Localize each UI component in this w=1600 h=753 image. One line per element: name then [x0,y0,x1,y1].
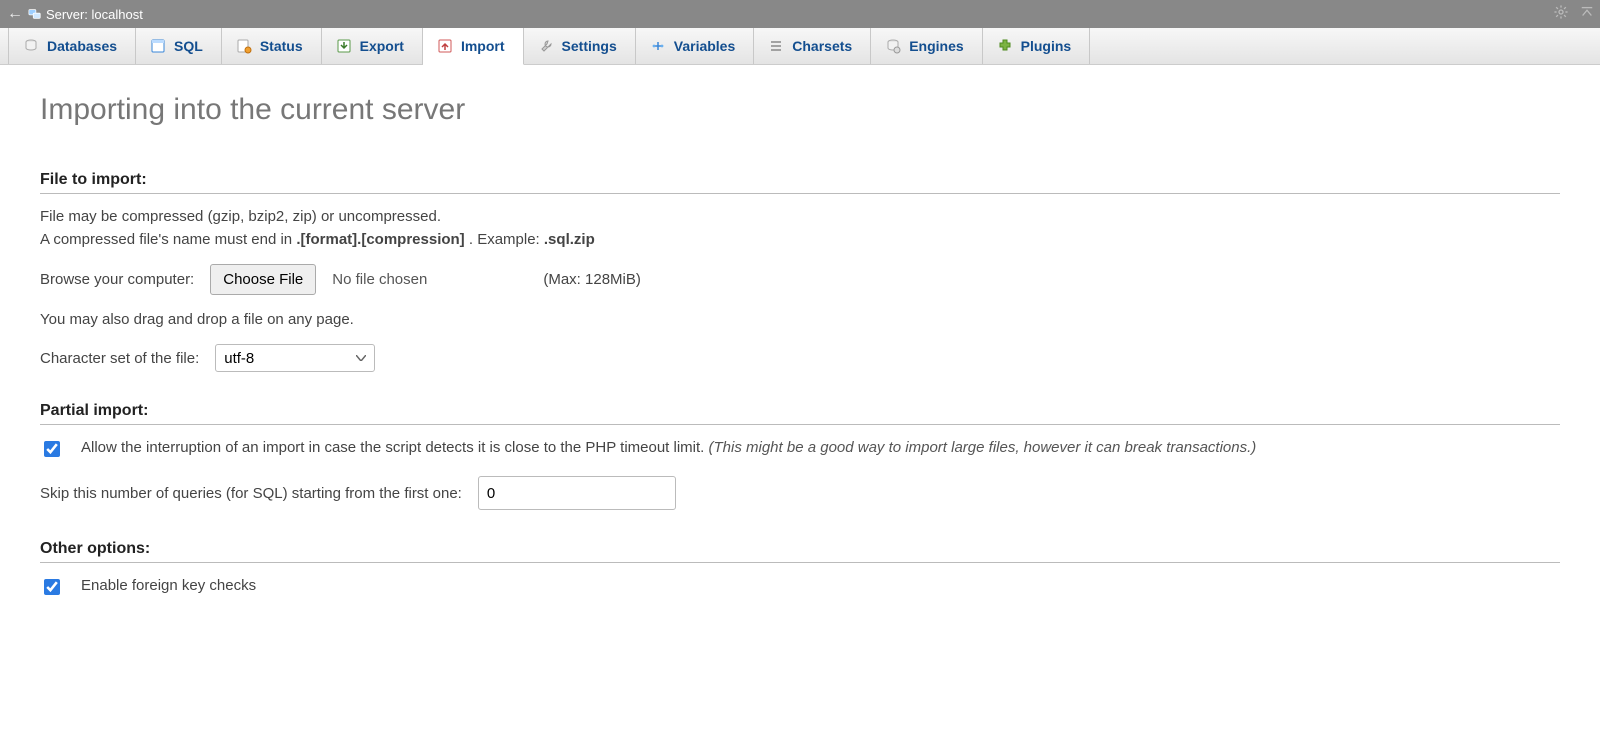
page-title: Importing into the current server [40,93,1560,127]
database-icon [23,38,39,54]
tab-label: Variables [674,38,736,54]
export-icon [336,38,352,54]
charset-select[interactable]: utf-8 [215,344,375,372]
skip-queries-label: Skip this number of queries (for SQL) st… [40,485,462,502]
tab-status[interactable]: Status [222,28,322,64]
server-icon [28,7,42,21]
tab-label: Charsets [792,38,852,54]
enable-fk-checkbox[interactable] [44,579,60,595]
tab-variables[interactable]: Variables [636,28,755,64]
max-upload-note: (Max: 128MiB) [543,271,641,288]
sql-window-icon [150,38,166,54]
tab-label: Import [461,38,505,54]
enable-fk-label: Enable foreign key checks [81,577,256,594]
tab-charsets[interactable]: Charsets [754,28,871,64]
tab-label: Settings [562,38,617,54]
section-other-options-heading: Other options: [40,540,1560,563]
enable-fk-row: Enable foreign key checks [40,577,1560,598]
tab-export[interactable]: Export [322,28,423,64]
charsets-icon [768,38,784,54]
file-compress-note: File may be compressed (gzip, bzip2, zip… [40,208,1560,225]
plugin-icon [997,38,1013,54]
tab-engines[interactable]: Engines [871,28,982,64]
dragdrop-hint: You may also drag and drop a file on any… [40,311,1560,328]
allow-interrupt-hint: (This might be a good way to import larg… [709,439,1257,456]
tab-plugins[interactable]: Plugins [983,28,1091,64]
tabs-bar: Databases SQL Status Export Import Setti… [0,28,1600,65]
tab-sql[interactable]: SQL [136,28,222,64]
tab-databases[interactable]: Databases [8,28,136,64]
browse-label: Browse your computer: [40,271,194,288]
wrench-icon [538,38,554,54]
tab-label: Databases [47,38,117,54]
tab-import[interactable]: Import [423,28,524,65]
status-icon [236,38,252,54]
main-content: Importing into the current server File t… [0,65,1600,640]
choose-file-button[interactable]: Choose File [210,264,316,295]
allow-interrupt-row: Allow the interruption of an import in c… [40,439,1560,460]
back-arrow-icon[interactable]: ← [6,5,24,23]
tab-label: Plugins [1021,38,1072,54]
tab-label: Status [260,38,303,54]
topbar: ← Server: localhost [0,0,1600,28]
charset-label: Character set of the file: [40,350,199,367]
section-partial-import-heading: Partial import: [40,402,1560,425]
text: A compressed file's name must end in [40,231,296,248]
skip-queries-input[interactable] [478,476,676,510]
engines-icon [885,38,901,54]
topbar-title[interactable]: Server: localhost [46,7,143,22]
allow-interrupt-checkbox[interactable] [44,441,60,457]
no-file-chosen-text: No file chosen [332,271,427,288]
format-pattern: .[format].[compression] [296,231,464,248]
import-icon [437,38,453,54]
format-example: .sql.zip [544,231,595,248]
file-name-format-note: A compressed file's name must end in .[f… [40,231,1560,248]
tab-label: Export [360,38,404,54]
browse-row: Browse your computer: Choose File No fil… [40,264,1560,295]
variables-icon [650,38,666,54]
text: . Example: [469,231,544,248]
gear-icon[interactable] [1554,5,1568,23]
text: Allow the interruption of an import in c… [81,439,709,456]
tab-settings[interactable]: Settings [524,28,636,64]
section-file-to-import-heading: File to import: [40,171,1560,194]
tab-label: SQL [174,38,203,54]
charset-row: Character set of the file: utf-8 [40,344,1560,372]
allow-interrupt-label: Allow the interruption of an import in c… [81,439,1256,456]
tab-label: Engines [909,38,963,54]
collapse-up-icon[interactable] [1580,5,1594,23]
skip-queries-row: Skip this number of queries (for SQL) st… [40,476,1560,510]
